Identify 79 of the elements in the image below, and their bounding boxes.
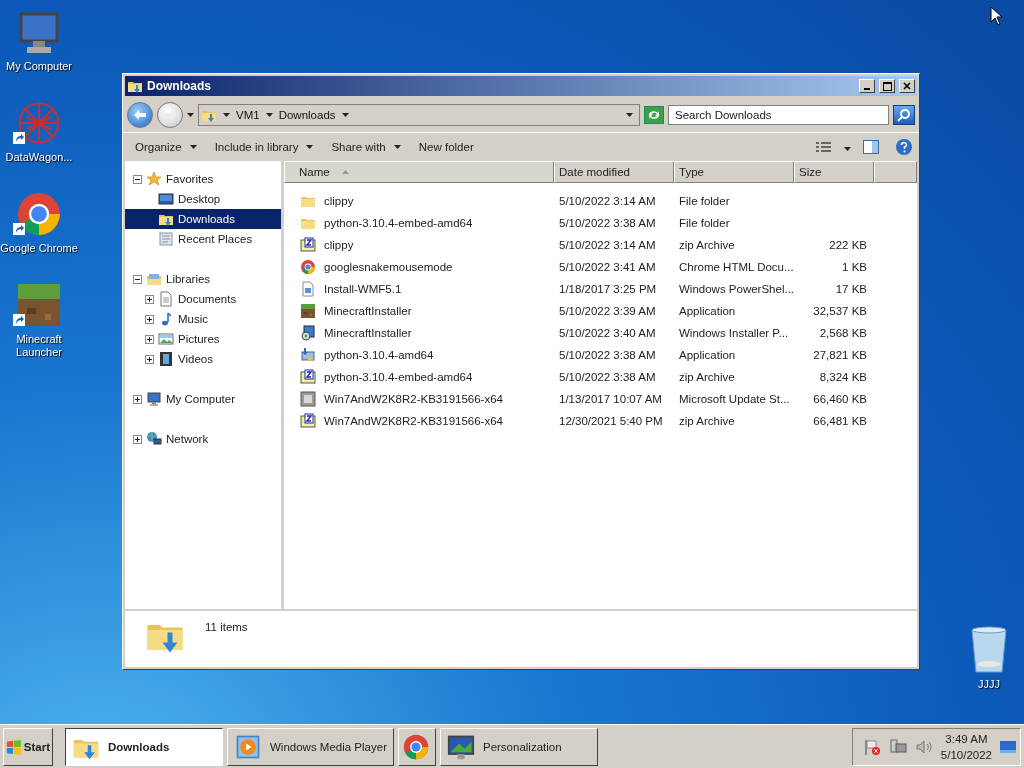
breadcrumb[interactable]: VM1 [236,109,260,121]
desktop-icon-label[interactable]: Google Chrome [0,242,80,255]
column-header[interactable]: Type [674,161,794,183]
type-cell-text: Windows PowerShel... [678,283,794,295]
address-bar[interactable]: VM1 Downloads [198,104,640,126]
date-cell-text: 1/13/2017 10:07 AM [558,393,663,405]
toolbar-button[interactable]: Share with [325,138,407,156]
nav-item[interactable]: Music [125,309,281,329]
type-cell-text: Chrome HTML Docu... [678,261,794,273]
date-cell-text: 12/30/2021 5:40 PM [558,415,664,427]
taskbar-button[interactable]: Windows Media Player [227,727,394,766]
size-cell-text: 8,324 KB [818,371,868,383]
file-name[interactable]: clippy [319,195,354,207]
date-cell-text: 1/18/2017 3:25 PM [558,283,658,295]
taskbar-button[interactable]: Personalization [439,727,598,766]
toolbar-button[interactable]: New folder [412,138,480,156]
file-name[interactable]: python-3.10.4-amd64 [319,349,434,361]
file-name[interactable]: Install-WMF5.1 [319,283,402,295]
start-button[interactable]: Start [3,727,53,766]
date-cell-text: 5/10/2022 3:41 AM [558,261,657,273]
date-cell-text: 5/10/2022 3:38 AM [558,349,657,361]
size-cell-text: 222 KB [828,239,868,251]
desktop-icon-label[interactable]: My Computer [0,60,80,73]
date-cell-text: 5/10/2022 3:39 AM [558,305,657,317]
file-name[interactable]: MinecraftInstaller [319,305,412,317]
nav-item[interactable]: My Computer [125,389,281,409]
type-cell-text: File folder [678,195,731,207]
nav-item[interactable]: Videos [125,349,281,369]
type-cell-text: zip Archive [678,371,736,383]
date-cell-text: 5/10/2022 3:14 AM [558,195,657,207]
nav-item[interactable]: Downloads [125,209,281,229]
clock-time: 3:49 AM [945,731,988,747]
size-cell-text: 2,568 KB [818,327,868,339]
size-cell-text: 27,821 KB [812,349,868,361]
size-cell-text: 17 KB [834,283,868,295]
type-cell-text: Windows Installer P... [678,327,790,339]
column-header[interactable]: Date modified [554,161,674,183]
item-count: 11 items [205,621,248,633]
nav-item[interactable]: Libraries [125,269,281,289]
file-name[interactable]: Win7AndW2K8R2-KB3191566-x64 [319,393,503,405]
type-cell-text: File folder [678,217,731,229]
size-cell-text: 32,537 KB [812,305,868,317]
search-field[interactable]: Search Downloads [668,105,889,125]
window-title: Downloads [147,79,212,93]
size-cell-text: 66,460 KB [812,393,868,405]
type-cell-text: Application [678,349,737,361]
nav-item[interactable]: Documents [125,289,281,309]
column-header[interactable]: Name [284,161,554,183]
toolbar-button[interactable]: Include in library [208,138,320,156]
clock-date: 5/10/2022 [940,747,992,763]
date-cell-text: 5/10/2022 3:40 AM [558,327,657,339]
nav-item[interactable]: Pictures [125,329,281,349]
file-name[interactable]: Win7AndW2K8R2-KB3191566-x64 [319,415,503,427]
taskbar-button[interactable]: Downloads [65,727,223,766]
type-cell-text: Microsoft Update St... [678,393,791,405]
nav-item[interactable]: Recent Places [125,229,281,249]
nav-item[interactable]: Desktop [125,189,281,209]
column-header[interactable]: Size [794,161,874,183]
type-cell-text: zip Archive [678,239,736,251]
date-cell-text: 5/10/2022 3:38 AM [558,371,657,383]
file-name[interactable]: python-3.10.4-embed-amd64 [319,371,473,383]
nav-item[interactable]: Network [125,429,281,449]
breadcrumb[interactable]: Downloads [278,109,336,121]
date-cell-text: 5/10/2022 3:14 AM [558,239,657,251]
file-name[interactable]: googlesnakemousemode [319,261,453,273]
type-cell-text: Application [678,305,737,317]
desktop-icon-label[interactable]: DataWagon... [0,151,80,164]
nav-item[interactable]: Favorites [125,169,281,189]
file-name[interactable]: clippy [319,239,354,251]
file-name[interactable]: python-3.10.4-embed-amd64 [319,217,473,229]
file-name[interactable]: MinecraftInstaller [319,327,412,339]
date-cell-text: 5/10/2022 3:38 AM [558,217,657,229]
clock[interactable]: 3:49 AM 5/10/2022 [940,730,992,763]
toolbar-button[interactable]: Organize [129,138,203,156]
desktop-icon-label[interactable]: Minecraft Launcher [0,333,80,359]
type-cell-text: zip Archive [678,415,736,427]
size-cell-text: 66,481 KB [812,415,868,427]
desktop-icon-label[interactable]: JJJJ [948,678,1024,691]
size-cell-text: 1 KB [841,261,868,273]
